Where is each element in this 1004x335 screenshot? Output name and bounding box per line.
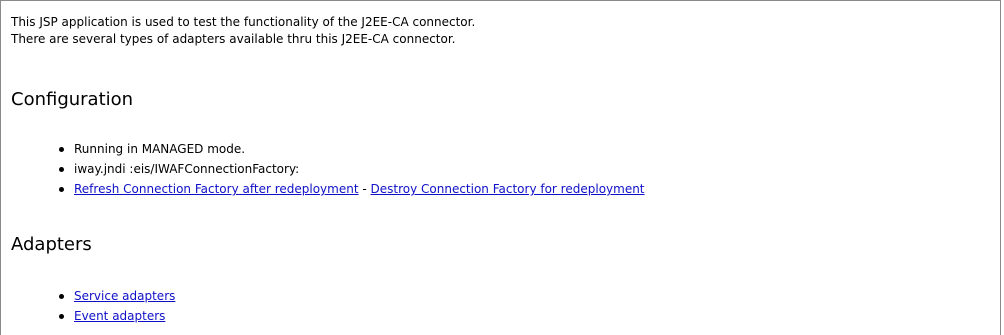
link-separator: - (358, 182, 371, 196)
adapters-list: Service adapters Event adapters (1, 288, 175, 328)
intro-line-2: There are several types of adapters avai… (11, 32, 456, 46)
list-item-jndi: iway.jndi :eis/IWAFConnectionFactory: (1, 161, 645, 181)
service-adapters-link[interactable]: Service adapters (74, 289, 175, 303)
list-item-mode: Running in MANAGED mode. (1, 141, 645, 161)
destroy-connection-factory-link[interactable]: Destroy Connection Factory for redeploym… (371, 182, 645, 196)
configuration-list: Running in MANAGED mode. iway.jndi :eis/… (1, 141, 645, 201)
jndi-text: iway.jndi :eis/IWAFConnectionFactory: (74, 162, 300, 176)
event-adapters-link[interactable]: Event adapters (74, 309, 165, 323)
intro-line-1: This JSP application is used to test the… (11, 15, 476, 29)
mode-text: Running in MANAGED mode. (74, 142, 246, 156)
intro-text: This JSP application is used to test the… (11, 14, 475, 48)
list-item-connection-factory-actions: Refresh Connection Factory after redeplo… (1, 181, 645, 201)
adapters-heading: Adapters (11, 234, 92, 255)
refresh-connection-factory-link[interactable]: Refresh Connection Factory after redeplo… (74, 182, 359, 196)
configuration-heading: Configuration (11, 89, 134, 110)
list-item-event-adapters: Event adapters (1, 308, 175, 328)
content-frame: This JSP application is used to test the… (0, 0, 1001, 335)
list-item-service-adapters: Service adapters (1, 288, 175, 308)
